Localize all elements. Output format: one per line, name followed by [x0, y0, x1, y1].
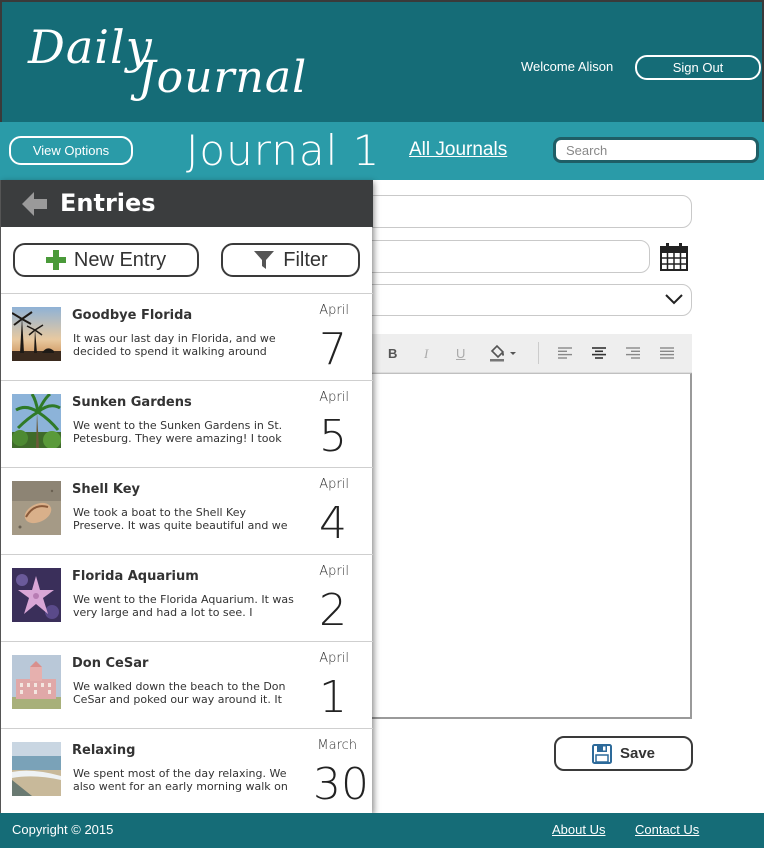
- underline-button[interactable]: U: [456, 346, 465, 361]
- entry-month: April: [319, 477, 349, 492]
- align-center-icon[interactable]: [592, 347, 606, 359]
- list-item[interactable]: Don CeSar We walked down the beach to th…: [1, 641, 373, 728]
- entry-excerpt: We walked down the beach to the Don CeSa…: [73, 680, 286, 706]
- sign-out-button[interactable]: Sign Out: [635, 55, 761, 80]
- text-format-toolbar: B I U: [350, 334, 692, 373]
- justify-icon[interactable]: [660, 347, 674, 359]
- entry-month: March: [317, 738, 357, 753]
- entry-excerpt: We took a boat to the Shell Key Preserve…: [73, 506, 288, 532]
- entry-title-field[interactable]: [350, 195, 692, 228]
- entry-thumbnail: [12, 655, 61, 709]
- paint-bucket-icon[interactable]: [488, 344, 520, 362]
- entries-panel-header: Entries: [1, 180, 373, 227]
- logo-text-journal: Journal: [138, 52, 308, 103]
- entry-thumbnail: [12, 742, 61, 796]
- entry-title: Goodbye Florida: [72, 308, 193, 323]
- entry-excerpt: It was our last day in Florida, and we d…: [73, 332, 276, 358]
- align-left-icon[interactable]: [558, 347, 572, 359]
- all-journals-link[interactable]: All Journals: [409, 139, 507, 161]
- entry-day: 7: [319, 324, 347, 375]
- toolbar-divider: [538, 342, 539, 364]
- list-item[interactable]: Goodbye Florida It was our last day in F…: [1, 293, 373, 380]
- entry-title: Relaxing: [72, 743, 136, 758]
- entry-title: Don CeSar: [72, 656, 149, 671]
- search-input[interactable]: Search: [553, 137, 759, 163]
- filter-button[interactable]: Filter: [221, 243, 360, 277]
- welcome-text: Welcome Alison: [521, 59, 614, 74]
- entry-excerpt: We went to the Florida Aquarium. It was …: [73, 593, 294, 619]
- entry-excerpt: We went to the Sunken Gardens in St. Pet…: [73, 419, 283, 445]
- entry-category-select[interactable]: [350, 284, 692, 316]
- entry-day: 1: [319, 672, 347, 723]
- contact-us-link[interactable]: Contact Us: [635, 822, 699, 837]
- back-arrow-icon[interactable]: [19, 189, 49, 219]
- entry-day: 4: [319, 498, 347, 549]
- entry-day: 2: [319, 585, 347, 636]
- logo-text-daily: Daily: [28, 20, 153, 74]
- filter-label: Filter: [283, 248, 328, 271]
- journal-toolbar: View Options Journal 1 All Journals Sear…: [0, 122, 764, 180]
- entry-excerpt: We spent most of the day relaxing. We al…: [73, 767, 288, 793]
- entries-panel: Entries New Entry Filter Goodbye Florida…: [0, 180, 373, 815]
- entries-title: Entries: [60, 189, 156, 217]
- floppy-disk-icon: [591, 743, 612, 764]
- app-footer: Copyright © 2015 About Us Contact Us: [0, 813, 764, 848]
- entry-day: 30: [313, 759, 369, 810]
- filter-funnel-icon: [254, 251, 275, 269]
- chevron-down-icon[interactable]: [664, 292, 684, 306]
- list-item[interactable]: Florida Aquarium We went to the Florida …: [1, 554, 373, 641]
- align-right-icon[interactable]: [626, 347, 640, 359]
- view-options-button[interactable]: View Options: [9, 136, 133, 165]
- save-button[interactable]: Save: [554, 736, 693, 771]
- entry-day: 5: [319, 411, 347, 462]
- entry-title: Florida Aquarium: [72, 569, 199, 584]
- entry-body-textarea[interactable]: [350, 373, 692, 719]
- copyright-text: Copyright © 2015: [12, 822, 114, 837]
- entry-thumbnail: [12, 568, 61, 622]
- entry-month: April: [319, 303, 349, 318]
- entry-month: April: [319, 390, 349, 405]
- save-label: Save: [619, 745, 656, 762]
- entry-date-field[interactable]: [350, 240, 650, 273]
- entry-thumbnail: [12, 394, 61, 448]
- entries-list: Goodbye Florida It was our last day in F…: [1, 293, 373, 815]
- list-item[interactable]: Sunken Gardens We went to the Sunken Gar…: [1, 380, 373, 467]
- bold-button[interactable]: B: [388, 346, 397, 361]
- entry-thumbnail: [12, 307, 61, 361]
- plus-icon: [45, 250, 66, 270]
- calendar-icon[interactable]: [659, 242, 689, 272]
- new-entry-button[interactable]: New Entry: [13, 243, 199, 277]
- new-entry-label: New Entry: [73, 248, 167, 271]
- about-us-link[interactable]: About Us: [552, 822, 605, 837]
- entry-month: April: [319, 564, 349, 579]
- entry-month: April: [319, 651, 349, 666]
- app-header: Daily Journal Welcome Alison Sign Out: [0, 0, 764, 122]
- list-item[interactable]: Relaxing We spent most of the day relaxi…: [1, 728, 373, 815]
- entry-title: Shell Key: [72, 482, 141, 497]
- italic-button[interactable]: I: [424, 346, 428, 362]
- entry-title: Sunken Gardens: [72, 395, 192, 410]
- list-item[interactable]: Shell Key We took a boat to the Shell Ke…: [1, 467, 373, 554]
- entry-thumbnail: [12, 481, 61, 535]
- journal-title: Journal 1: [186, 126, 381, 175]
